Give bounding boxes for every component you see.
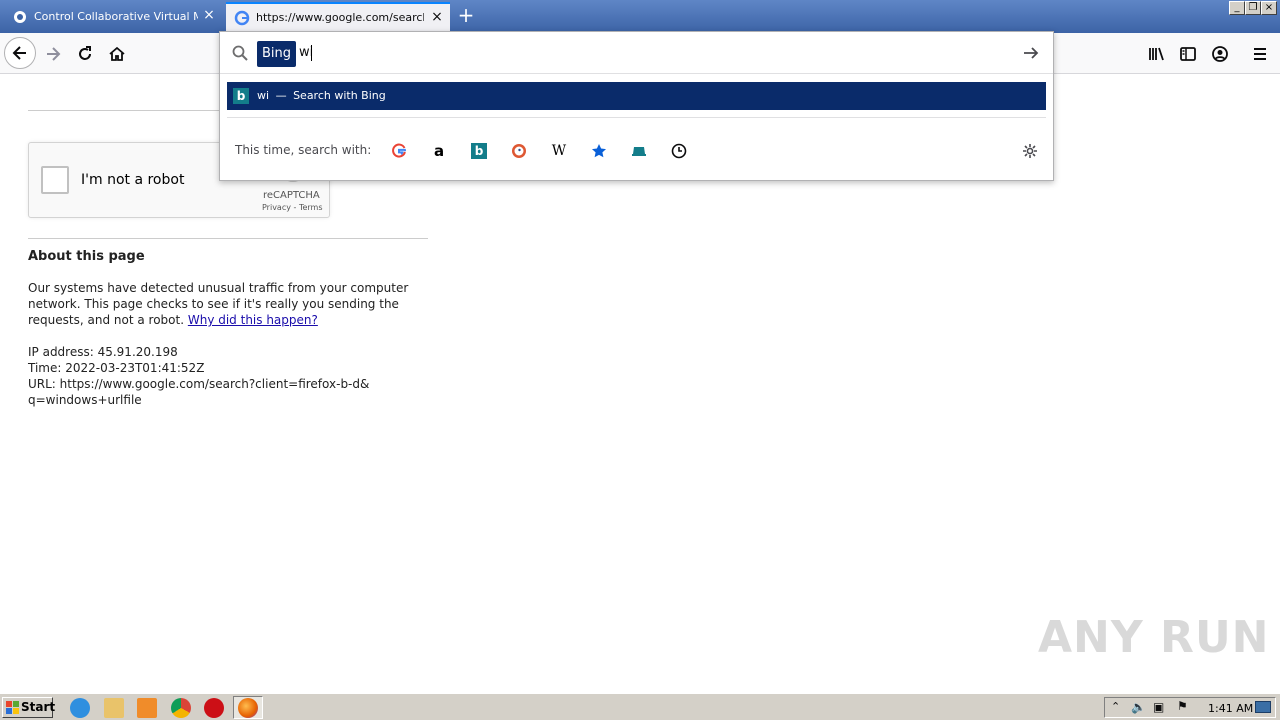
sidebar-icon (1180, 47, 1196, 61)
network-icon[interactable]: ▣ (1153, 700, 1164, 714)
tab-bar: Control Collaborative Virtual Machi × ht… (0, 0, 1280, 33)
google-engine-icon[interactable] (386, 138, 412, 164)
action-center-flag-icon[interactable]: ⚑ (1177, 699, 1188, 713)
urlbar-popup: Bing wi b wi — Search with Bing This tim… (219, 31, 1054, 181)
google-favicon-icon (234, 10, 250, 26)
start-button[interactable]: Start (2, 697, 56, 718)
amazon-engine-icon[interactable]: a (426, 138, 452, 164)
oneoff-label: This time, search with: (235, 143, 372, 157)
url-line: q=windows+urlfile (28, 393, 142, 407)
restore-button[interactable]: ❐ (1245, 1, 1261, 15)
divider (28, 238, 428, 239)
history-clock-icon[interactable] (666, 138, 692, 164)
urlbar-input[interactable]: Bing wi (220, 32, 1053, 74)
library-icon (1149, 47, 1164, 61)
new-tab-button[interactable]: + (455, 4, 477, 28)
reload-button[interactable] (69, 38, 101, 70)
opera-icon[interactable] (204, 698, 224, 718)
minimize-button[interactable]: _ (1229, 1, 1245, 15)
url-line: URL: https://www.google.com/search?clien… (28, 377, 370, 391)
account-button[interactable] (1204, 38, 1236, 70)
media-player-icon[interactable] (137, 698, 157, 718)
search-settings-gear-icon[interactable] (1017, 138, 1043, 164)
suggestion-row[interactable]: b wi — Search with Bing (227, 82, 1046, 110)
back-button[interactable] (4, 37, 36, 69)
search-engine-chip[interactable]: Bing (257, 41, 297, 67)
close-window-button[interactable]: × (1261, 1, 1277, 15)
start-label: Start (21, 700, 56, 714)
about-heading: About this page (28, 249, 145, 264)
search-icon (232, 45, 248, 61)
suggestion-separator: — (275, 89, 287, 102)
tab-google[interactable]: https://www.google.com/search?c × (226, 2, 450, 31)
close-tab-icon[interactable]: × (430, 10, 444, 24)
recaptcha-brand: reCAPTCHA (263, 190, 320, 201)
home-icon (109, 46, 125, 61)
bing-icon: b (233, 88, 249, 104)
home-button[interactable] (101, 38, 133, 70)
wikipedia-engine-icon[interactable]: W (546, 138, 572, 164)
internet-explorer-icon[interactable] (70, 698, 90, 718)
duckduckgo-engine-icon[interactable] (506, 138, 532, 164)
recaptcha-links[interactable]: Privacy - Terms (262, 203, 323, 212)
text-caret (311, 45, 312, 61)
library-button[interactable] (1140, 38, 1172, 70)
suggestion-action: Search with Bing (293, 89, 386, 102)
tab-anyrun[interactable]: Control Collaborative Virtual Machi × (4, 2, 222, 31)
windows-logo-icon (6, 701, 19, 714)
clock: 1:41 AM (1208, 702, 1254, 715)
firefox-taskbar-button[interactable] (233, 696, 263, 719)
taskbar: Start ⌃ 🔈 ▣ ⚑ 1:41 AM (0, 693, 1280, 720)
show-hidden-icons-icon[interactable]: ⌃ (1111, 700, 1120, 713)
show-desktop-icon[interactable] (1255, 701, 1271, 713)
timestamp: Time: 2022-03-23T01:41:52Z (28, 361, 205, 375)
about-text-line3: requests, and not a robot. Why did this … (28, 312, 318, 328)
captcha-checkbox[interactable] (41, 166, 69, 194)
tabs-icon[interactable] (626, 138, 652, 164)
chrome-icon[interactable] (171, 698, 191, 718)
divider (227, 117, 1046, 118)
close-tab-icon[interactable]: × (202, 8, 216, 22)
bing-engine-icon[interactable]: b (466, 138, 492, 164)
suggestion-text: wi — Search with Bing (257, 89, 386, 102)
firefox-icon (238, 698, 258, 718)
about-text-line: requests, and not a robot. (28, 313, 185, 327)
file-explorer-icon[interactable] (104, 698, 124, 718)
why-did-this-happen-link[interactable]: Why did this happen? (188, 313, 318, 327)
suggestion-query: wi (257, 89, 270, 102)
tab-title: Control Collaborative Virtual Machi (34, 10, 198, 23)
ip-address: IP address: 45.91.20.198 (28, 345, 178, 359)
captcha-label: I'm not a robot (81, 172, 185, 188)
back-arrow-icon (12, 46, 26, 60)
sidebar-button[interactable] (1172, 38, 1204, 70)
reload-icon (79, 46, 91, 60)
volume-icon[interactable]: 🔈 (1131, 700, 1146, 714)
anyrun-watermark: ANY RUN (1038, 612, 1270, 663)
go-arrow-icon[interactable] (1022, 44, 1040, 62)
tab-title: https://www.google.com/search?c (256, 11, 424, 24)
about-text-line: network. This page checks to see if it's… (28, 297, 399, 311)
about-text-line: Our systems have detected unusual traffi… (28, 281, 409, 295)
account-icon (1212, 46, 1228, 62)
forward-arrow-icon (47, 47, 61, 61)
forward-button[interactable] (37, 38, 69, 70)
bookmarks-star-icon[interactable] (586, 138, 612, 164)
anyrun-favicon-icon (12, 9, 28, 25)
hamburger-menu-icon (1254, 48, 1266, 60)
menu-button[interactable] (1244, 38, 1276, 70)
